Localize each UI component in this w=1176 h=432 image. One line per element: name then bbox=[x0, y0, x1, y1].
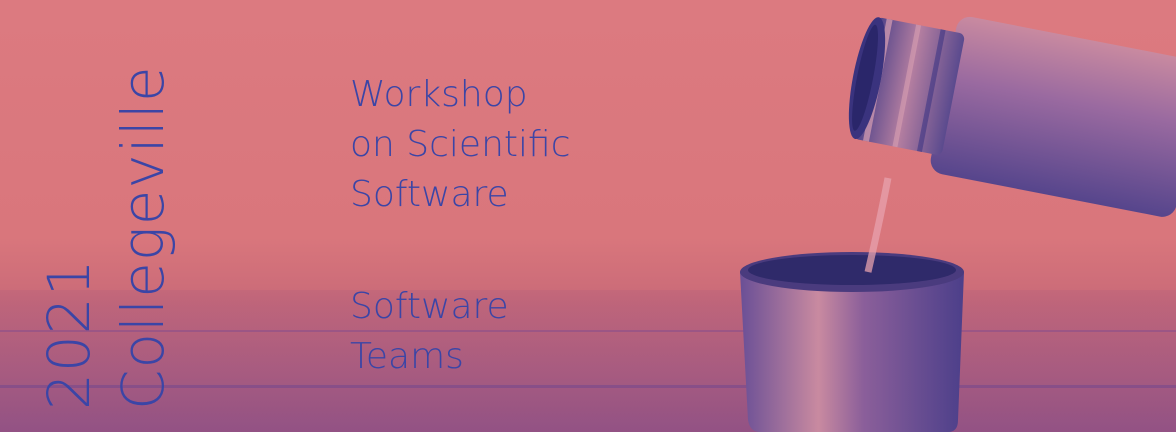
cup-shape bbox=[740, 252, 964, 432]
title-line: Software bbox=[350, 174, 509, 215]
title-line: Workshop bbox=[350, 74, 528, 115]
event-title-block: Workshop on Scientific Software Software… bbox=[350, 70, 570, 382]
subtitle-line: Software bbox=[350, 286, 509, 327]
thermos-illustration bbox=[740, 16, 1176, 432]
title-line: on Scientific bbox=[350, 124, 571, 165]
subtitle-line: Teams bbox=[350, 336, 464, 377]
city-label: Collegeville bbox=[109, 65, 177, 410]
vertical-title: 2021 Collegeville bbox=[35, 65, 177, 410]
hero-banner: 2021 Collegeville Workshop on Scientific… bbox=[0, 0, 1176, 432]
year-label: 2021 bbox=[35, 258, 103, 410]
